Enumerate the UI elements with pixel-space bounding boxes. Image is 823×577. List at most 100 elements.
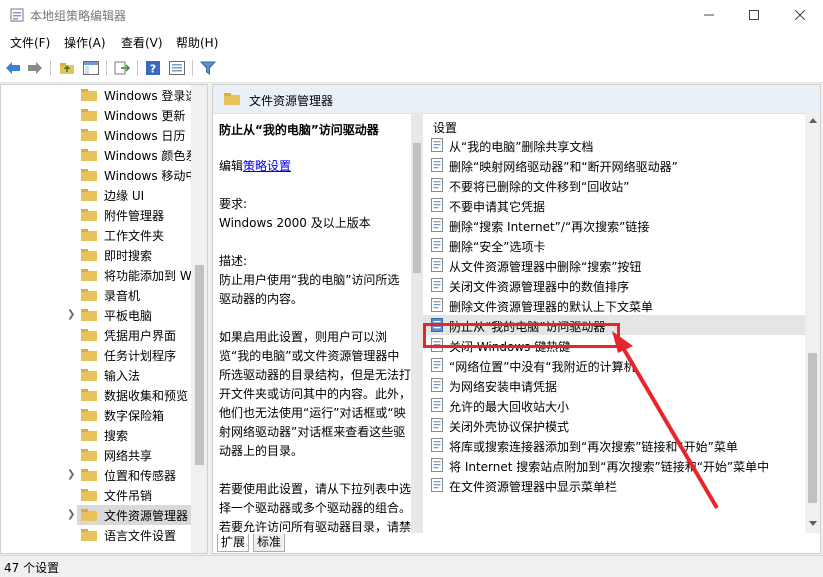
tab-extended[interactable]: 扩展 [217,534,250,552]
expand-chevron-icon[interactable]: ❯ [67,469,75,480]
filter-button[interactable] [199,59,217,77]
folder-icon [81,369,97,381]
forward-arrow-icon [28,62,42,74]
setting-row[interactable]: “网络位置”中没有“我附近的计算机 [423,355,805,375]
tree-item-label: Windows 登录选 [104,89,198,103]
expand-chevron-icon[interactable]: ❯ [67,509,75,520]
setting-row[interactable]: 从文件资源管理器中删除“搜索”按钮 [423,255,805,275]
properties-button[interactable] [168,59,186,77]
requirements-value: Windows 2000 及以上版本 [219,216,371,230]
window-title: 本地组策略编辑器 [30,9,127,23]
tree-item[interactable]: 即时搜索 [1,245,191,265]
policy-setting-icon [431,458,443,472]
scroll-up-icon[interactable] [809,117,817,123]
setting-row[interactable]: 不要申请其它凭据 [423,195,805,215]
description-scrollbar[interactable] [411,113,423,533]
export-list-button[interactable] [113,59,131,77]
scroll-down-icon[interactable] [809,521,817,527]
show-hide-tree-button[interactable] [82,59,100,77]
tree-item-label: 位置和传感器 [104,469,177,483]
tree-item[interactable]: Windows 更新 [1,105,191,125]
up-folder-button[interactable] [58,59,76,77]
tree-item-label: 搜索 [104,429,129,443]
tree-item[interactable]: 输入法 [1,365,191,385]
tree-item-label: 任务计划程序 [104,349,177,363]
maximize-button[interactable] [731,0,777,30]
scroll-thumb[interactable] [413,143,421,273]
tree-item-label: 文件资源管理器 [104,509,189,523]
tree-item[interactable]: ❯ 平板电脑 [1,305,191,325]
setting-row[interactable]: 删除“安全”选项卡 [423,235,805,255]
edit-policy-link[interactable]: 策略设置 [243,159,291,173]
setting-row[interactable]: 将 Internet 搜索站点附加到“再次搜索”链接和“开始”菜单中 [423,455,805,475]
tree-item[interactable]: 文件吊销 [1,485,191,505]
setting-label: 关闭文件资源管理器中的数值排序 [449,280,630,294]
folder-icon [81,129,97,141]
close-button[interactable] [777,0,823,30]
tree-item[interactable]: ❯ 位置和传感器 [1,465,191,485]
tree-item[interactable]: 附件管理器 [1,205,191,225]
folder-icon [81,149,97,161]
forward-button[interactable] [26,59,44,77]
setting-row[interactable]: 从“我的电脑”删除共享文档 [423,135,805,155]
properties-icon [169,61,185,75]
folder-icon [81,209,97,221]
toolbar: ? [0,54,823,83]
setting-row[interactable]: 关闭外壳协议保护模式 [423,415,805,435]
scroll-thumb[interactable] [808,353,817,503]
tree-item[interactable]: 录音机 [1,285,191,305]
policy-setting-icon [431,418,443,432]
tree-item[interactable]: 将功能添加到 W [1,265,192,285]
setting-row[interactable]: 在文件资源管理器中显示菜单栏 [423,475,805,495]
setting-row[interactable]: 不要将已删除的文件移到“回收站” [423,175,805,195]
tree-item[interactable]: Windows 日历 [1,125,191,145]
tree-scrollbar[interactable] [191,85,207,553]
tree-item[interactable]: 搜索 [1,425,191,445]
menu-help[interactable]: 帮助(H) [176,34,218,51]
setting-row[interactable]: 关闭文件资源管理器中的数值排序 [423,275,805,295]
tree-item[interactable]: 凭据用户界面 [1,325,191,345]
scroll-thumb[interactable] [195,265,204,465]
expand-chevron-icon[interactable]: ❯ [67,309,75,320]
tree-item-label: Windows 更新 [104,109,186,123]
tree-item[interactable]: ❯ 文件资源管理器 [67,505,191,525]
tree-item[interactable]: 任务计划程序 [1,345,191,365]
help-button[interactable]: ? [144,59,162,77]
menu-file[interactable]: 文件(F) [10,34,50,51]
tree-item[interactable]: 数据收集和预览 [1,385,191,405]
setting-row[interactable]: 为网络安装申请凭据 [423,375,805,395]
pane-header-title: 文件资源管理器 [249,94,334,108]
folder-icon [81,349,97,361]
tree-item[interactable]: 边缘 UI [1,185,191,205]
policy-setting-icon [431,278,443,292]
description-paragraph-2: 若要使用此设置，请从下拉列表中选择一个驱动器或多个驱动器的组合。若要允许访问所有… [219,482,411,533]
setting-row[interactable]: 删除“映射网络驱动器”和“断开网络驱动器” [423,155,805,175]
minimize-icon [704,14,714,16]
tree-item-label: 凭据用户界面 [104,329,177,343]
menu-view[interactable]: 查看(V) [121,34,163,51]
back-button[interactable] [4,59,22,77]
description-text: 防止用户使用“我的电脑”访问所选驱动器的内容。 [219,273,400,306]
menu-action[interactable]: 操作(A) [64,34,106,51]
tree-item[interactable]: 工作文件夹 [1,225,191,245]
minimize-button[interactable] [686,0,732,30]
column-header-setting[interactable]: 设置 [433,119,457,136]
policy-setting-icon [431,378,443,392]
tree-item[interactable]: 语言文件设置 [1,525,191,545]
tab-standard[interactable]: 标准 [253,534,286,552]
description-paragraph-1: 如果启用此设置，则用户可以浏览“我的电脑”或文件资源管理器中所选驱动器的目录结构… [219,330,411,458]
tree-item[interactable]: Windows 登录选 [1,85,197,105]
setting-row[interactable]: 允许的最大回收站大小 [423,395,805,415]
setting-row[interactable]: 删除文件资源管理器的默认上下文菜单 [423,295,805,315]
console-tree[interactable]: Windows 登录选 Windows 更新 Windows 日历 Windows 颜… [0,84,208,554]
setting-row[interactable]: 将库或搜索连接器添加到“再次搜索”链接和“开始”菜单 [423,435,805,455]
policy-title: 防止从“我的电脑”访问驱动器 [219,123,379,137]
tree-item[interactable]: Windows 颜色系 [1,145,197,165]
tree-item[interactable]: 数字保险箱 [1,405,191,425]
tree-item[interactable]: Windows 移动中 [1,165,197,185]
setting-row[interactable]: 删除“搜索 Internet”/“再次搜索”链接 [423,215,805,235]
tree-item[interactable]: 网络共享 [1,445,191,465]
status-text: 47 个设置 [4,561,60,575]
setting-label: 删除“映射网络驱动器”和“断开网络驱动器” [449,160,678,174]
settings-scrollbar[interactable] [805,113,820,533]
